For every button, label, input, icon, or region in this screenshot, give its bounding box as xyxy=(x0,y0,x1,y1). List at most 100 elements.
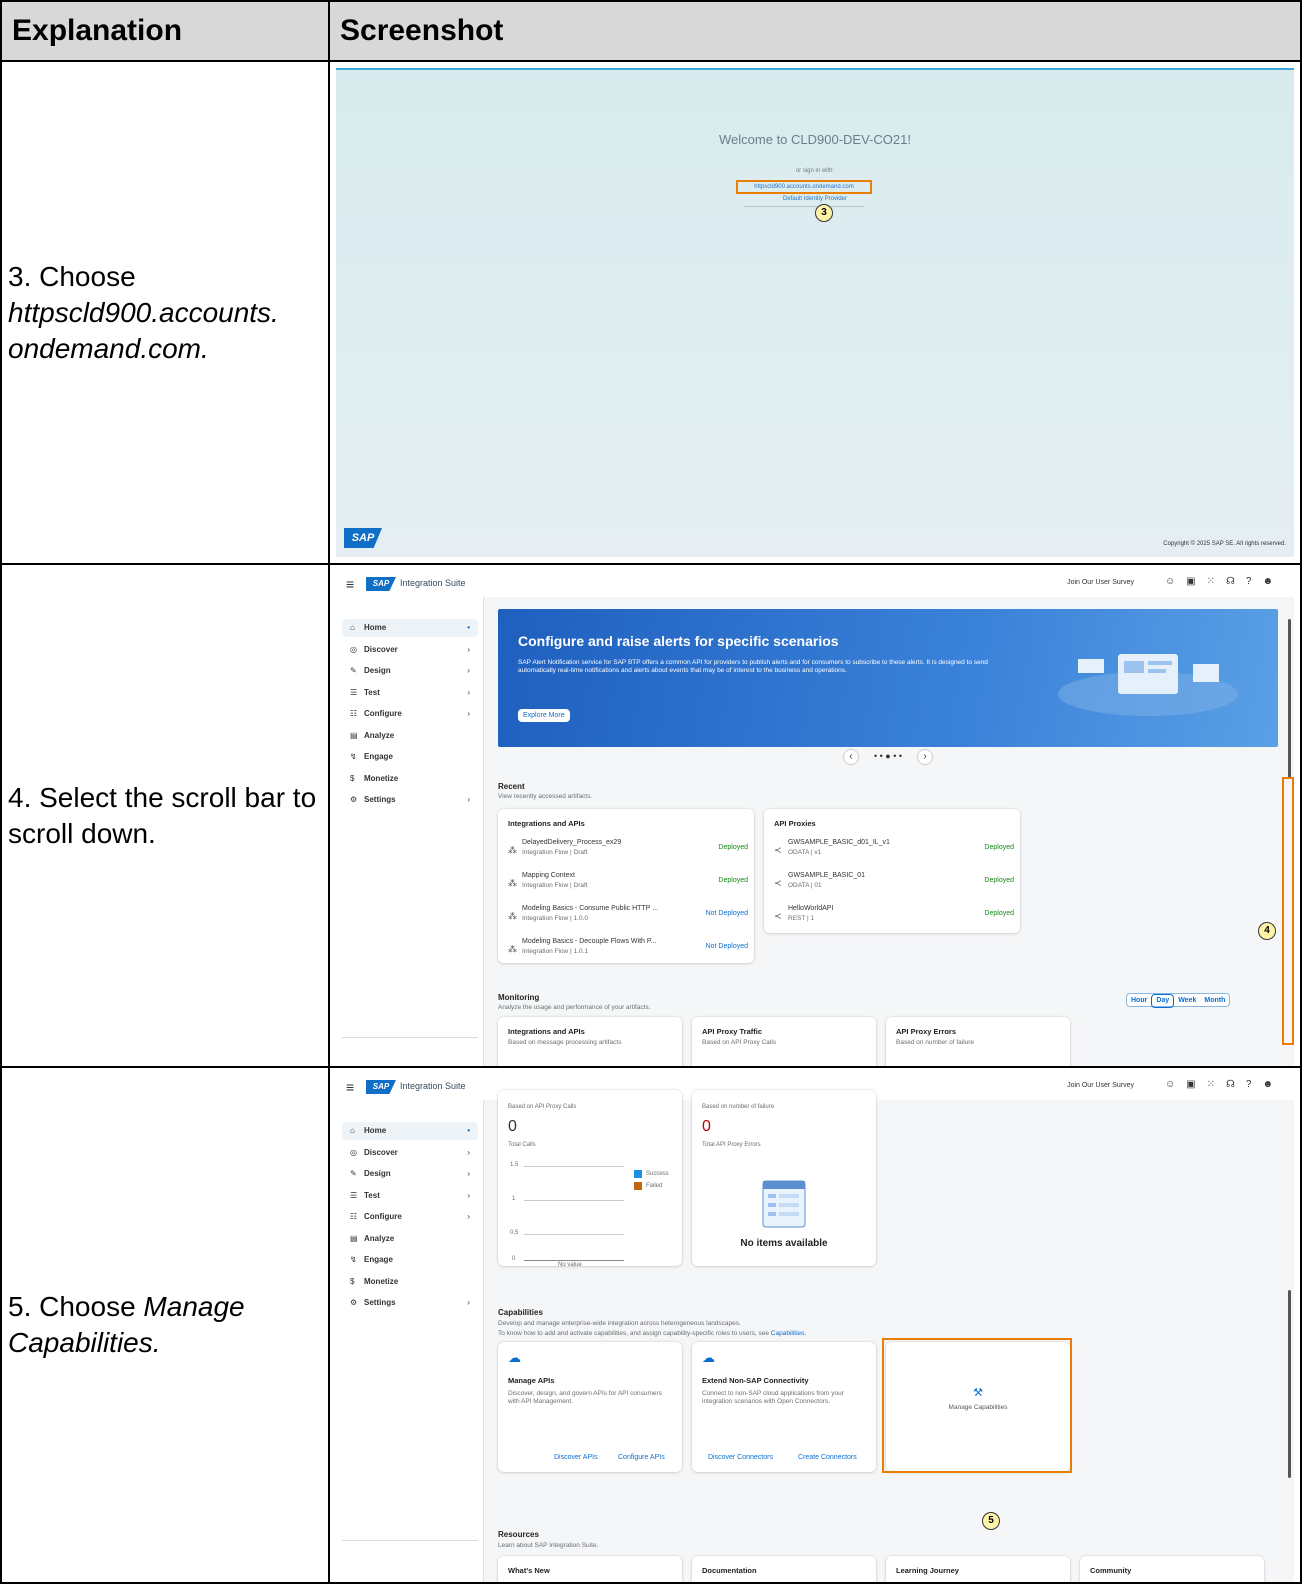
login-screen: Welcome to CLD900-DEV-CO21! or sign in w… xyxy=(336,68,1294,557)
support-icon[interactable]: ☊ xyxy=(1226,1079,1246,1090)
errors-card[interactable]: Based on number of failure 0 Total API P… xyxy=(692,1090,876,1266)
nav-item-configure[interactable]: ☷ Configure › xyxy=(342,705,478,723)
nav-item-test[interactable]: ☰ Test › xyxy=(342,1187,478,1205)
monitor-card-integrations[interactable]: Integrations and APIs Based on message p… xyxy=(498,1017,682,1065)
scrollbar-highlight[interactable] xyxy=(1282,777,1294,1045)
nav-label: Engage xyxy=(364,752,393,761)
time-segmented-button: Hour Day Week Month xyxy=(1126,993,1231,1008)
artifact-row[interactable]: ≺ HelloWorldAPI REST | 1 Deployed xyxy=(774,905,1014,931)
help-icon[interactable]: ? xyxy=(1246,576,1263,587)
nav-item-design[interactable]: ✎ Design › xyxy=(342,1165,478,1183)
artifact-row[interactable]: ⁂ DelayedDelivery_Process_ex29 Integration… xyxy=(508,839,748,865)
resource-card[interactable]: Community xyxy=(1080,1556,1264,1581)
apps-grid-icon[interactable]: ⁙ xyxy=(1207,576,1226,587)
callout-3: 3 xyxy=(815,204,833,222)
legend-success-swatch xyxy=(634,1170,642,1178)
notifications-icon[interactable]: ▣ xyxy=(1186,1079,1206,1090)
nav-item-configure[interactable]: ☷ Configure › xyxy=(342,1208,478,1226)
artifact-status: Not Deployed xyxy=(705,910,748,917)
default-idp-link[interactable]: Default Identity Provider xyxy=(336,196,1294,202)
manage-apis-card[interactable]: ☁ Manage APIs Discover, design, and gove… xyxy=(498,1342,682,1472)
shell-sap-logo[interactable]: SAP xyxy=(366,1080,396,1094)
resource-card[interactable]: What's New xyxy=(498,1556,682,1581)
nav-item-monetize[interactable]: $ Monetize xyxy=(342,770,478,788)
card-title: Integrations and APIs xyxy=(508,1027,585,1036)
configure-icon: ☷ xyxy=(350,709,358,718)
extend-connectivity-card[interactable]: ☁ Extend Non-SAP Connectivity Connect to… xyxy=(692,1342,876,1472)
notifications-icon[interactable]: ▣ xyxy=(1186,576,1206,587)
card-title: API Proxies xyxy=(774,819,816,828)
manage-capabilities-highlight[interactable] xyxy=(882,1338,1072,1473)
support-icon[interactable]: ☊ xyxy=(1226,576,1246,587)
nav-item-settings[interactable]: ⚙ Settings › xyxy=(342,791,478,809)
nav-item-engage[interactable]: ↯ Engage xyxy=(342,748,478,766)
chevron-right-icon: › xyxy=(467,709,470,718)
artifact-row[interactable]: ⁂ Modeling Basics - Decouple Flows With P… xyxy=(508,938,748,964)
discover-apis-link[interactable]: Discover APIs xyxy=(554,1454,598,1461)
survey-link[interactable]: Join Our User Survey xyxy=(1067,579,1134,586)
survey-link[interactable]: Join Our User Survey xyxy=(1067,1082,1134,1089)
segment-month[interactable]: Month xyxy=(1200,995,1229,1007)
apps-grid-icon[interactable]: ⁙ xyxy=(1207,1079,1226,1090)
feedback-icon[interactable]: ☺ xyxy=(1165,1079,1186,1090)
artifact-row[interactable]: ⁂ Mapping Context Integration Flow | Draft… xyxy=(508,872,748,898)
nav-item-design[interactable]: ✎ Design › xyxy=(342,662,478,680)
user-icon[interactable]: ☻ xyxy=(1262,576,1284,587)
nav-label: Discover xyxy=(364,1147,398,1157)
active-indicator: • xyxy=(467,623,470,632)
compass-icon: ◎ xyxy=(350,644,357,654)
feedback-icon[interactable]: ☺ xyxy=(1165,576,1186,587)
nav-item-settings[interactable]: ⚙ Settings › xyxy=(342,1294,478,1312)
help-icon[interactable]: ? xyxy=(1246,1079,1263,1090)
artifact-row[interactable]: ≺ GWSAMPLE_BASIC_01 ODATA | 01 Deployed xyxy=(774,872,1014,898)
prev-button[interactable]: ‹ xyxy=(842,749,859,765)
resource-title: Community xyxy=(1090,1566,1132,1575)
checklist-icon: ☰ xyxy=(350,687,358,697)
nav-label: Home xyxy=(364,1126,387,1135)
segment-hour[interactable]: Hour xyxy=(1127,995,1151,1007)
shell-sap-logo[interactable]: SAP xyxy=(366,577,396,591)
nav-item-discover[interactable]: ◎ Discover › xyxy=(342,1144,478,1162)
menu-icon[interactable]: ≡ xyxy=(346,1079,354,1095)
chevron-right-icon: › xyxy=(467,1212,470,1221)
nav-item-analyze[interactable]: ▤ Analyze xyxy=(342,1230,478,1248)
nav-item-discover[interactable]: ◎ Discover › xyxy=(342,641,478,659)
nav-label: Discover xyxy=(364,644,398,654)
nav-divider xyxy=(342,1540,478,1541)
user-icon[interactable]: ☻ xyxy=(1262,1079,1284,1090)
main-content: Configure and raise alerts for specific … xyxy=(484,597,1294,1065)
explore-more-button[interactable]: Explore More xyxy=(518,709,570,722)
capabilities-link[interactable]: Capabilities. xyxy=(771,1330,806,1337)
chevron-right-icon: › xyxy=(467,1169,470,1178)
create-connectors-link[interactable]: Create Connectors xyxy=(798,1454,857,1461)
tick-1-5: 1.5 xyxy=(510,1162,519,1168)
nav-item-test[interactable]: ☰ Test › xyxy=(342,684,478,702)
menu-icon[interactable]: ≡ xyxy=(346,576,354,592)
resource-card[interactable]: Documentation xyxy=(692,1556,876,1581)
header-screenshot: Screenshot xyxy=(328,0,1302,62)
artifact-meta: ODATA | v1 xyxy=(788,849,822,856)
scrollbar-thumb[interactable] xyxy=(1288,619,1291,779)
configure-apis-link[interactable]: Configure APIs xyxy=(618,1454,665,1461)
resource-card[interactable]: Learning Journey xyxy=(886,1556,1070,1581)
next-button[interactable]: › xyxy=(917,749,934,765)
traffic-label: Total Calls xyxy=(508,1142,536,1148)
discover-connectors-link[interactable]: Discover Connectors xyxy=(708,1454,773,1461)
monitor-card-traffic[interactable]: API Proxy Traffic Based on API Proxy Cal… xyxy=(692,1017,876,1065)
nav-item-monetize[interactable]: $ Monetize xyxy=(342,1273,478,1291)
nav-item-home[interactable]: ⌂ Home • xyxy=(342,1122,478,1140)
nav-item-engage[interactable]: ↯ Engage xyxy=(342,1251,478,1269)
nav-item-home[interactable]: ⌂ Home • xyxy=(342,619,478,637)
scrollbar-thumb[interactable] xyxy=(1288,1290,1291,1478)
pager-dots[interactable]: • • ● • • xyxy=(874,751,902,761)
artifact-row[interactable]: ≺ GWSAMPLE_BASIC_d01_IL_v1 ODATA | v1 Deplo… xyxy=(774,839,1014,865)
segment-week[interactable]: Week xyxy=(1174,995,1200,1007)
segment-day[interactable]: Day xyxy=(1151,994,1175,1008)
promo-banner: Configure and raise alerts for specific … xyxy=(498,609,1278,747)
nav-item-analyze[interactable]: ▤ Analyze xyxy=(342,727,478,745)
artifact-row[interactable]: ⁂ Modeling Basics - Consume Public HTTP .… xyxy=(508,905,748,931)
idp-link-highlight[interactable]: httpscld900.accounts.ondemand.com xyxy=(736,180,872,194)
traffic-card[interactable]: Based on API Proxy Calls 0 Total Calls 1… xyxy=(498,1090,682,1268)
monitor-card-errors[interactable]: API Proxy Errors Based on number of fail… xyxy=(886,1017,1070,1065)
active-indicator: • xyxy=(467,1126,470,1135)
